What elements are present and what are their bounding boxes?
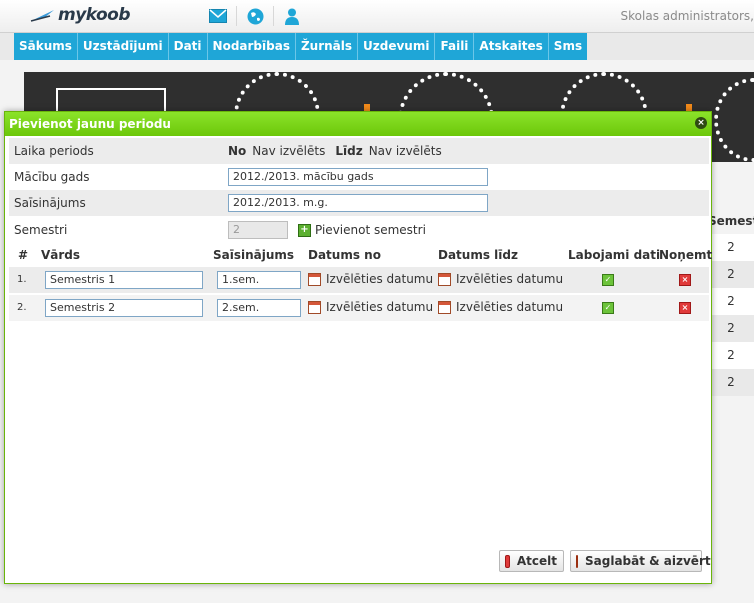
date-to-picker[interactable]: Izvēlēties datumu <box>438 272 563 286</box>
date-to-text: Izvēlēties datumu <box>456 272 564 286</box>
period-row: Laika periods No Nav izvēlēts Līdz Nav i… <box>9 138 709 164</box>
nav-item-uzdevumi[interactable]: Uzdevumi <box>358 33 436 60</box>
column-header-num: # <box>18 248 29 262</box>
calendar-icon <box>438 272 451 286</box>
nav-item-sakums[interactable]: Sākums <box>14 33 78 60</box>
dialog-title: Pievienot jaunu periodu <box>9 117 171 131</box>
remove-icon[interactable]: × <box>679 274 691 286</box>
school-year-label: Mācību gads <box>14 170 90 184</box>
editable-checkbox[interactable]: ✓ <box>602 274 614 286</box>
semesters-row: Semestri 2 + Pievienot semestri <box>9 217 709 243</box>
semester-name-input[interactable]: Semestris 1 <box>45 271 203 289</box>
school-year-row: Mācību gads 2012./2013. mācību gads <box>9 164 709 190</box>
logo-swoosh-icon <box>30 10 54 22</box>
dialog-title-bar[interactable]: Pievienot jaunu periodu × <box>5 112 711 136</box>
table-row: 2. Semestris 2 2.sem. Izvēlēties datumu … <box>9 295 709 321</box>
abbreviation-label: Saīsinājums <box>14 196 86 210</box>
semesters-table-header: # Vārds Saīsinājums Datums no Datums līd… <box>9 243 713 265</box>
table-cell: 2 <box>708 369 754 396</box>
nav-item-sms[interactable]: Sms <box>549 33 587 60</box>
abbreviation-input[interactable]: 2012./2013. m.g. <box>228 194 488 212</box>
remove-icon[interactable]: × <box>679 302 691 314</box>
table-row: 1. Semestris 1 1.sem. Izvēlēties datumu … <box>9 267 709 293</box>
column-header-remove: Noņemt <box>659 248 713 262</box>
from-label: No <box>228 144 247 158</box>
semesters-label: Semestri <box>14 223 68 237</box>
nav-item-uzstadijumi[interactable]: Uzstādījumi <box>78 33 169 60</box>
table-cell: 2 <box>708 261 754 288</box>
abbreviation-row: Saīsinājums 2012./2013. m.g. <box>9 190 709 216</box>
period-label: Laika periods <box>14 144 94 158</box>
nav-item-nodarbibas[interactable]: Nodarbības <box>208 33 296 60</box>
semester-abbr-input[interactable]: 2.sem. <box>217 299 301 317</box>
nav-item-zurnals[interactable]: Žurnāls <box>296 33 359 60</box>
semesters-column-header: Semestri <box>708 214 754 228</box>
add-semester-link[interactable]: Pievienot semestri <box>315 223 426 237</box>
nav-item-dati[interactable]: Dati <box>169 33 208 60</box>
date-to-picker[interactable]: Izvēlēties datumu <box>438 300 563 314</box>
plus-icon[interactable]: + <box>298 223 311 237</box>
user-icon[interactable] <box>274 6 310 26</box>
background-table: Semestri 2 2 2 2 2 2 <box>708 208 754 396</box>
cancel-button[interactable]: Atcelt <box>499 550 564 572</box>
row-number: 1. <box>17 274 27 285</box>
date-from-text: Izvēlēties datumu <box>326 300 434 314</box>
add-period-dialog: Pievienot jaunu periodu × Laika periods … <box>4 111 712 584</box>
banner-circle <box>714 78 754 162</box>
logo[interactable]: mykoob <box>30 4 131 26</box>
column-header-name: Vārds <box>41 248 81 262</box>
save-label: Saglabāt & aizvērt <box>585 554 711 568</box>
table-cell: 2 <box>708 234 754 261</box>
to-value[interactable]: Nav izvēlēts <box>369 144 442 158</box>
top-icons <box>200 6 310 26</box>
mail-icon[interactable] <box>200 6 237 26</box>
table-cell: 2 <box>708 288 754 315</box>
column-header-date-to: Datums līdz <box>438 248 518 262</box>
semester-abbr-input[interactable]: 1.sem. <box>217 271 301 289</box>
nav-item-faili[interactable]: Faili <box>435 33 475 60</box>
cancel-icon <box>505 554 510 568</box>
date-from-text: Izvēlēties datumu <box>326 272 434 286</box>
semesters-count-input: 2 <box>228 221 288 239</box>
admin-label[interactable]: Skolas administrators, <box>621 9 754 23</box>
semesters-value: 2 + Pievienot semestri <box>228 221 426 239</box>
close-icon[interactable]: × <box>695 117 707 129</box>
cancel-label: Atcelt <box>516 554 557 568</box>
calendar-icon <box>308 272 321 286</box>
editable-checkbox[interactable]: ✓ <box>602 302 614 314</box>
column-header-editable: Labojami dati <box>568 248 661 262</box>
calendar-icon <box>438 300 451 314</box>
logo-text: mykoob <box>58 5 131 25</box>
calendar-icon <box>308 300 321 314</box>
row-number: 2. <box>17 302 27 313</box>
date-from-picker[interactable]: Izvēlēties datumu <box>308 300 433 314</box>
column-header-abbr: Saīsinājums <box>213 248 295 262</box>
to-label: Līdz <box>335 144 363 158</box>
column-header-date-from: Datums no <box>308 248 381 262</box>
date-from-picker[interactable]: Izvēlēties datumu <box>308 272 433 286</box>
table-cell: 2 <box>708 315 754 342</box>
top-bar: mykoob Skolas administrators, <box>0 0 754 33</box>
save-close-button[interactable]: Saglabāt & aizvērt <box>570 550 711 572</box>
save-icon <box>576 554 578 568</box>
period-value: No Nav izvēlēts Līdz Nav izvēlēts <box>228 144 452 158</box>
semester-name-input[interactable]: Semestris 2 <box>45 299 203 317</box>
globe-icon[interactable] <box>237 6 274 26</box>
date-to-text: Izvēlēties datumu <box>456 300 564 314</box>
from-value[interactable]: Nav izvēlēts <box>252 144 325 158</box>
main-nav: Sākums Uzstādījumi Dati Nodarbības Žurnā… <box>14 33 588 60</box>
nav-item-atskaites[interactable]: Atskaites <box>474 33 549 60</box>
school-year-input[interactable]: 2012./2013. mācību gads <box>228 168 488 186</box>
table-cell: 2 <box>708 342 754 369</box>
